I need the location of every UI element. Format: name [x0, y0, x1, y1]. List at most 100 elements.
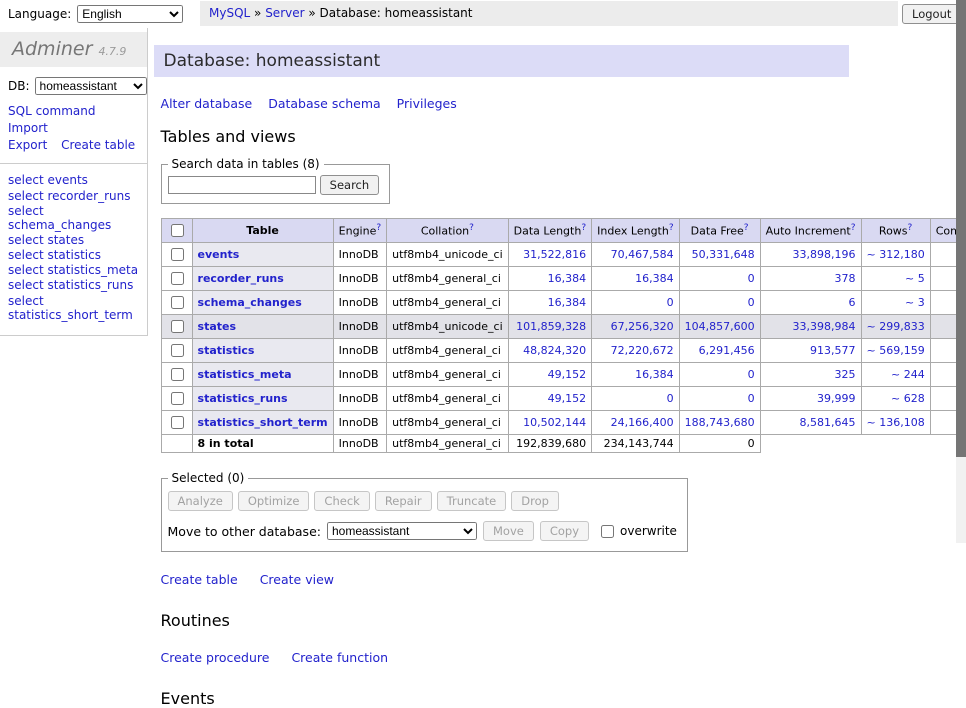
table-name-link[interactable]: recorder_runs	[198, 272, 284, 285]
table-name-link[interactable]: states	[198, 320, 237, 333]
sidebar-table-link-select-recorder-runs[interactable]: select recorder_runs	[8, 189, 131, 203]
auto-increment-cell-link[interactable]: 8,581,645	[800, 416, 856, 429]
rows-cell-link[interactable]: ~ 299,833	[867, 320, 925, 333]
rows-cell-link[interactable]: ~ 312,180	[867, 248, 925, 261]
index-length-cell-link[interactable]: 16,384	[635, 272, 674, 285]
index-length-cell-link[interactable]: 72,220,672	[611, 344, 674, 357]
auto-increment-cell-link[interactable]: 33,398,984	[793, 320, 856, 333]
data-free-cell-link[interactable]: 188,743,680	[685, 416, 755, 429]
sidebar-table-link-select-states[interactable]: select states	[8, 233, 84, 247]
rows-cell-link[interactable]: ~ 244	[891, 368, 925, 381]
help-link[interactable]: ?	[669, 223, 674, 233]
sidebar-table-link-select-statistics-runs[interactable]: select statistics_runs	[8, 278, 133, 292]
language-select[interactable]: English	[77, 5, 183, 23]
db-link-database-schema[interactable]: Database schema	[268, 96, 380, 111]
db-link-alter-database[interactable]: Alter database	[161, 96, 253, 111]
rows-cell-link[interactable]: ~ 569,159	[867, 344, 925, 357]
data-free-cell-link[interactable]: 0	[748, 368, 755, 381]
optimize-button[interactable]: Optimize	[238, 491, 310, 511]
data-length-cell-link[interactable]: 16,384	[548, 272, 587, 285]
data-length-cell-link[interactable]: 48,824,320	[523, 344, 586, 357]
row-checkbox[interactable]	[171, 272, 184, 285]
data-length-cell-link[interactable]: 101,859,328	[516, 320, 586, 333]
sidebar-table-link-select-statistics[interactable]: select statistics	[8, 248, 101, 262]
row-checkbox[interactable]	[171, 320, 184, 333]
table-name-link[interactable]: statistics_meta	[198, 368, 292, 381]
analyze-button[interactable]: Analyze	[168, 491, 233, 511]
help-link[interactable]: ?	[469, 223, 474, 233]
db-select[interactable]: homeassistant	[35, 77, 147, 95]
data-free-cell-link[interactable]: 0	[748, 272, 755, 285]
data-length-cell-link[interactable]: 49,152	[548, 368, 587, 381]
data-length-cell-link[interactable]: 16,384	[548, 296, 587, 309]
auto-increment-cell-link[interactable]: 325	[835, 368, 856, 381]
rows-cell-link[interactable]: ~ 136,108	[867, 416, 925, 429]
index-length-cell-link[interactable]: 24,166,400	[611, 416, 674, 429]
table-name-link[interactable]: statistics	[198, 344, 255, 357]
search-button[interactable]: Search	[320, 175, 380, 195]
create-procedure-link[interactable]: Create procedure	[161, 650, 270, 665]
create-table-link[interactable]: Create table	[161, 572, 238, 587]
data-length-cell-link[interactable]: 10,502,144	[523, 416, 586, 429]
data-length-cell-link[interactable]: 31,522,816	[523, 248, 586, 261]
data-free-cell-link[interactable]: 104,857,600	[685, 320, 755, 333]
help-link[interactable]: ?	[744, 223, 749, 233]
sidebar-link-sql-command[interactable]: SQL command	[8, 104, 95, 118]
index-length-cell-link[interactable]: 67,256,320	[611, 320, 674, 333]
auto-increment-cell-link[interactable]: 39,999	[817, 392, 856, 405]
row-checkbox[interactable]	[171, 416, 184, 429]
help-link[interactable]: ?	[908, 223, 913, 233]
breadcrumb-link-server[interactable]: Server	[265, 6, 304, 20]
auto-increment-cell-link[interactable]: 33,898,196	[793, 248, 856, 261]
rows-cell-link[interactable]: ~ 628	[891, 392, 925, 405]
table-name-link[interactable]: schema_changes	[198, 296, 302, 309]
data-free-cell-link[interactable]: 0	[748, 296, 755, 309]
index-length-cell-link[interactable]: 0	[667, 392, 674, 405]
select-all-checkbox[interactable]	[171, 224, 184, 237]
row-checkbox[interactable]	[171, 296, 184, 309]
row-checkbox[interactable]	[171, 392, 184, 405]
index-length-cell-link[interactable]: 0	[667, 296, 674, 309]
create-view-link[interactable]: Create view	[260, 572, 334, 587]
row-checkbox[interactable]	[171, 368, 184, 381]
sidebar-link-create-table[interactable]: Create table	[61, 138, 135, 152]
auto-increment-cell-link[interactable]: 913,577	[810, 344, 856, 357]
move-button[interactable]: Move	[483, 521, 534, 541]
overwrite-checkbox[interactable]	[601, 525, 614, 538]
scrollbar-thumb[interactable]	[956, 0, 966, 457]
truncate-button[interactable]: Truncate	[437, 491, 507, 511]
index-length-cell-link[interactable]: 16,384	[635, 368, 674, 381]
table-name-link[interactable]: statistics_runs	[198, 392, 288, 405]
sidebar-table-link-select-statistics-short-term[interactable]: select statistics_short_term	[8, 294, 133, 322]
table-name-link[interactable]: events	[198, 248, 240, 261]
search-input[interactable]	[168, 176, 316, 194]
breadcrumb-link-mysql[interactable]: MySQL	[209, 6, 250, 20]
scrollbar[interactable]	[956, 0, 966, 543]
row-checkbox[interactable]	[171, 248, 184, 261]
rows-cell-link[interactable]: ~ 5	[905, 272, 925, 285]
sidebar-table-link-select-statistics-meta[interactable]: select statistics_meta	[8, 263, 138, 277]
help-link[interactable]: ?	[376, 223, 381, 233]
help-link[interactable]: ?	[851, 223, 856, 233]
data-free-cell-link[interactable]: 0	[748, 392, 755, 405]
data-length-cell-link[interactable]: 49,152	[548, 392, 587, 405]
copy-button[interactable]: Copy	[540, 521, 589, 541]
sidebar-table-link-select-schema-changes[interactable]: select schema_changes	[8, 204, 111, 232]
index-length-cell-link[interactable]: 70,467,584	[611, 248, 674, 261]
rows-cell-link[interactable]: ~ 3	[905, 296, 925, 309]
sidebar-link-import[interactable]: Import	[8, 121, 48, 135]
table-name-link[interactable]: statistics_short_term	[198, 416, 328, 429]
data-free-cell-link[interactable]: 6,291,456	[699, 344, 755, 357]
sidebar-table-link-select-events[interactable]: select events	[8, 173, 88, 187]
sidebar-link-export[interactable]: Export	[8, 138, 47, 152]
repair-button[interactable]: Repair	[375, 491, 432, 511]
help-link[interactable]: ?	[581, 223, 586, 233]
check-button[interactable]: Check	[314, 491, 369, 511]
row-checkbox[interactable]	[171, 344, 184, 357]
auto-increment-cell-link[interactable]: 378	[835, 272, 856, 285]
data-free-cell-link[interactable]: 50,331,648	[692, 248, 755, 261]
auto-increment-cell-link[interactable]: 6	[849, 296, 856, 309]
drop-button[interactable]: Drop	[511, 491, 559, 511]
logout-button[interactable]: Logout	[902, 4, 961, 24]
db-link-privileges[interactable]: Privileges	[397, 96, 457, 111]
